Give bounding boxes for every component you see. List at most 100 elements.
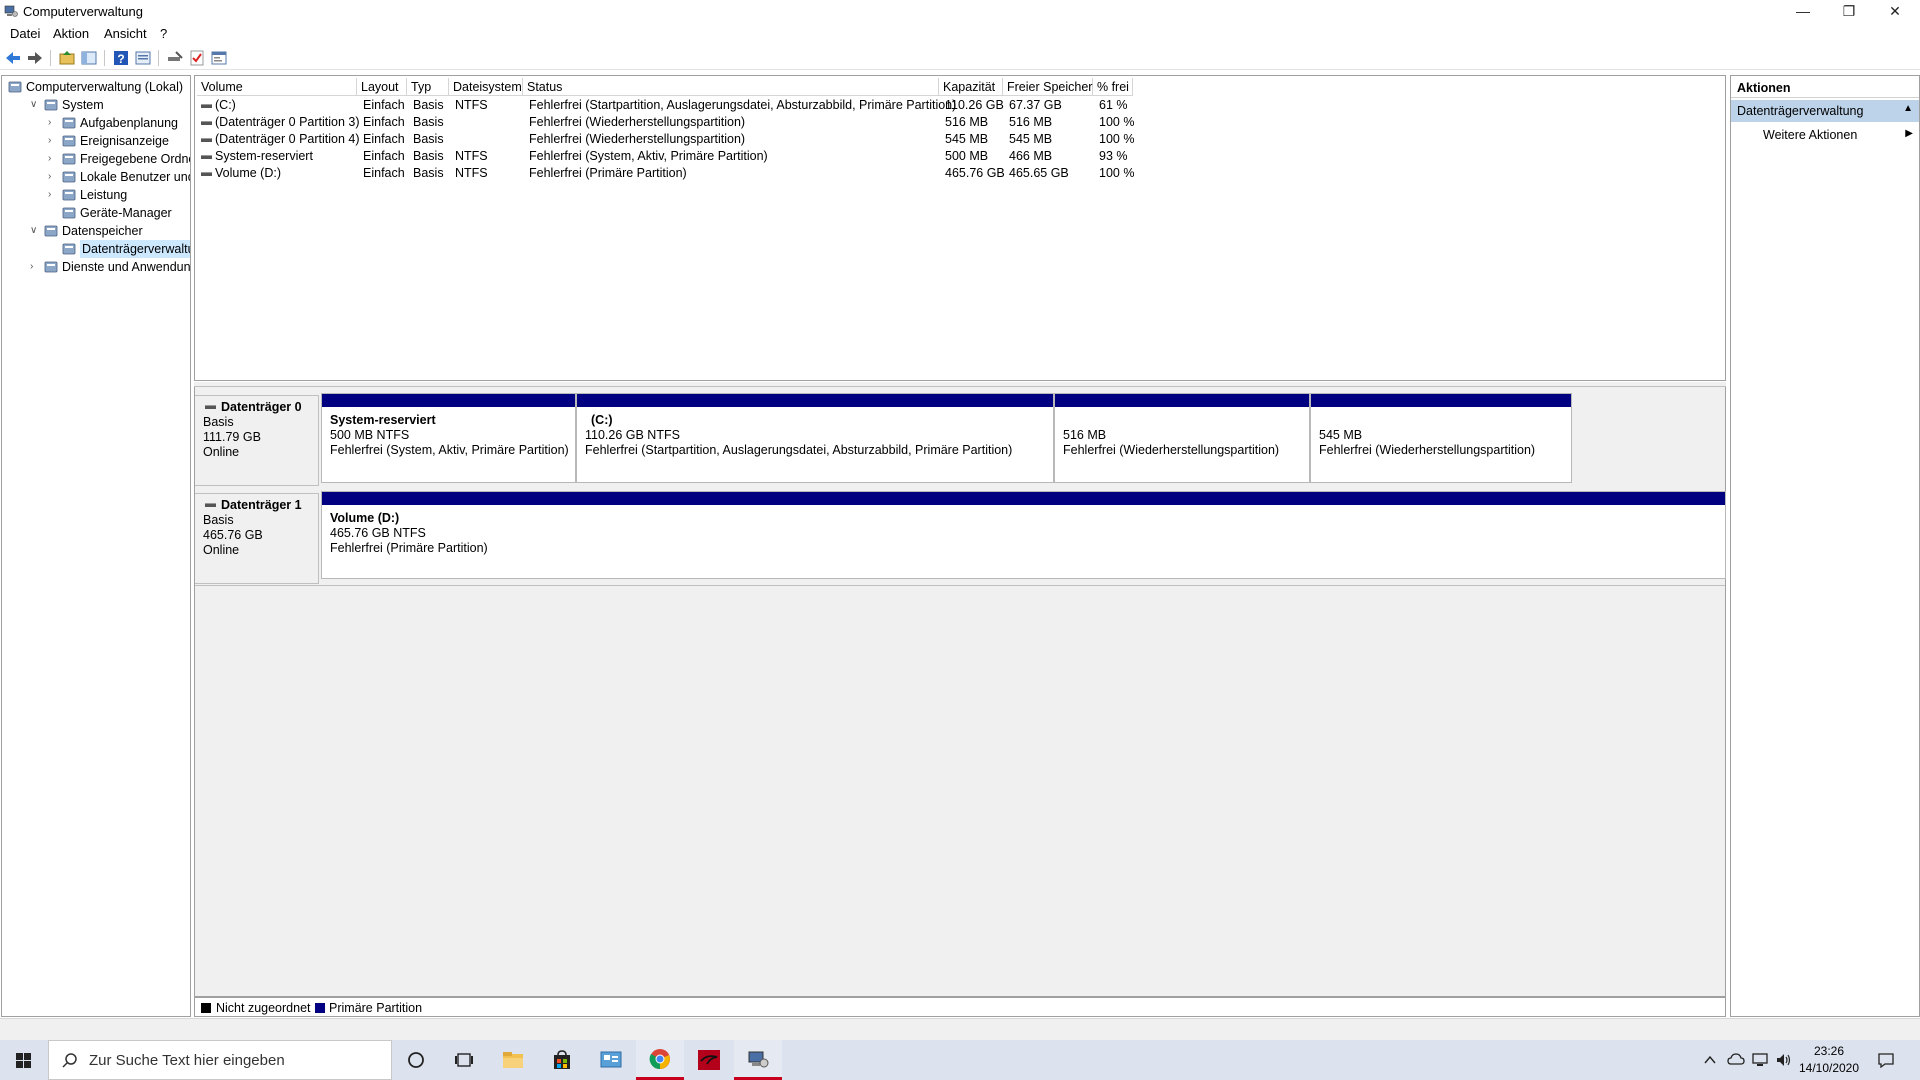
task-view-button[interactable]	[440, 1040, 488, 1080]
partition-system-reserved[interactable]: System-reserviert 500 MB NTFS Fehlerfrei…	[321, 393, 576, 483]
help-icon[interactable]: ?	[112, 49, 130, 67]
table-row[interactable]: (C:) Einfach Basis NTFS Fehlerfrei (Startpar…	[197, 97, 1197, 114]
tree-node[interactable]: › Freigegebene Ordner	[2, 150, 190, 168]
tree-node[interactable]: Computerverwaltung (Lokal)	[2, 78, 190, 96]
start-button[interactable]	[0, 1040, 48, 1080]
partition-size: 516 MB	[1063, 428, 1107, 442]
column-header[interactable]: Status	[523, 78, 939, 96]
column-header[interactable]: Typ	[407, 78, 449, 96]
table-cell: 61 %	[1099, 98, 1128, 112]
action-center-icon[interactable]	[1877, 1051, 1895, 1069]
disk-0-info[interactable]: Datenträger 0 Basis 111.79 GB Online	[195, 395, 319, 486]
tree-node[interactable]: › Ereignisanzeige	[2, 132, 190, 150]
partition-status: Fehlerfrei (Startpartition, Auslagerungs…	[585, 443, 1013, 457]
connect-drive-icon[interactable]	[166, 49, 184, 67]
volume-icon[interactable]	[1775, 1052, 1793, 1068]
tree-node[interactable]: Datenträgerverwaltung	[2, 240, 190, 258]
table-cell: 516 MB	[945, 115, 989, 129]
menu-ansicht[interactable]: Ansicht	[104, 26, 147, 41]
show-hide-tree-icon[interactable]	[80, 49, 98, 67]
performance-icon	[62, 189, 76, 201]
actions-section-disk-management[interactable]: Datenträgerverwaltung ▲	[1731, 100, 1919, 122]
tree-node[interactable]: › Aufgabenplanung	[2, 114, 190, 132]
task-view-icon	[455, 1053, 473, 1067]
network-icon[interactable]	[1751, 1052, 1769, 1068]
properties-view-icon[interactable]	[134, 49, 152, 67]
partition-status: Fehlerfrei (Primäre Partition)	[330, 541, 488, 555]
column-header[interactable]: Freier Speicher	[1003, 78, 1093, 96]
table-cell: 465.65 GB	[1009, 166, 1069, 180]
partition-size: 465.76 GB NTFS	[330, 526, 426, 540]
expand-right-icon[interactable]: ›	[48, 186, 58, 204]
table-cell: (C:)	[215, 98, 236, 112]
table-row[interactable]: System-reserviert Einfach Basis NTFS Fehlerf…	[197, 148, 1197, 165]
menu-help[interactable]: ?	[160, 26, 167, 41]
kali-app-button[interactable]	[685, 1040, 733, 1080]
close-button[interactable]: ✕	[1872, 0, 1918, 22]
column-header[interactable]: Dateisystem	[449, 78, 523, 96]
partition-size: 545 MB	[1319, 428, 1363, 442]
tree-node[interactable]: ∨ System	[2, 96, 190, 114]
column-header[interactable]: % frei	[1093, 78, 1133, 96]
table-cell: 93 %	[1099, 149, 1128, 163]
menu-datei[interactable]: Datei	[10, 26, 40, 41]
minimize-button[interactable]: —	[1780, 0, 1826, 22]
check-icon[interactable]	[188, 49, 206, 67]
column-header[interactable]: Kapazität	[939, 78, 1003, 96]
partition-c[interactable]: (C:) 110.26 GB NTFS Fehlerfrei (Startpar…	[576, 393, 1054, 483]
chrome-button[interactable]	[636, 1040, 684, 1080]
store-button[interactable]	[538, 1040, 586, 1080]
expand-right-icon[interactable]: ›	[48, 150, 58, 168]
partition-recovery-4[interactable]: 545 MB Fehlerfrei (Wiederherstellungspar…	[1310, 393, 1572, 483]
table-cell: Einfach	[363, 149, 405, 163]
partition-name: System-reserviert	[330, 413, 436, 427]
file-explorer-button[interactable]	[489, 1040, 537, 1080]
primary-partition-bar	[1055, 394, 1309, 407]
table-cell: (Datenträger 0 Partition 4)	[215, 132, 360, 146]
column-header[interactable]: Layout	[357, 78, 407, 96]
forward-icon[interactable]	[26, 49, 44, 67]
task-scheduler-icon	[62, 117, 76, 129]
show-hidden-icons-chevron-icon[interactable]	[1703, 1053, 1717, 1067]
settings-window-icon[interactable]	[210, 49, 228, 67]
partition-d[interactable]: Volume (D:) 465.76 GB NTFS Fehlerfrei (P…	[321, 491, 1726, 579]
table-cell: 500 MB	[945, 149, 989, 163]
tray-clock[interactable]: 23:26 14/10/2020	[1794, 1043, 1864, 1077]
menu-aktion[interactable]: Aktion	[53, 26, 89, 41]
tree-node[interactable]: › Leistung	[2, 186, 190, 204]
more-actions-item[interactable]: Weitere Aktionen ▶	[1731, 124, 1919, 146]
onedrive-icon[interactable]	[1727, 1052, 1745, 1068]
tree-node[interactable]: › Lokale Benutzer und Gruppen	[2, 168, 190, 186]
expand-collapse-down-icon[interactable]: ∨	[30, 96, 40, 114]
partition-body: (C:) 110.26 GB NTFS Fehlerfrei (Startpar…	[577, 407, 1053, 464]
up-folder-icon[interactable]	[58, 49, 76, 67]
table-cell: 545 MB	[945, 132, 989, 146]
disk-0-type: Basis	[203, 415, 234, 429]
expand-right-icon[interactable]: ›	[30, 258, 40, 276]
table-cell: System-reserviert	[215, 149, 313, 163]
computer-management-app-button[interactable]	[734, 1040, 782, 1080]
table-row[interactable]: Volume (D:) Einfach Basis NTFS Fehlerfrei (P…	[197, 165, 1197, 182]
toolbar-separator	[50, 50, 51, 66]
table-row[interactable]: (Datenträger 0 Partition 3) Einfach Basis F…	[197, 114, 1197, 131]
disk-1-info[interactable]: Datenträger 1 Basis 465.76 GB Online	[195, 493, 319, 584]
disk-icon	[205, 503, 216, 507]
cortana-button[interactable]	[392, 1040, 440, 1080]
tree-node[interactable]: ∨ Datenspeicher	[2, 222, 190, 240]
taskbar-search-box[interactable]: Zur Suche Text hier eingeben	[48, 1040, 392, 1080]
tree-node[interactable]: › Dienste und Anwendungen	[2, 258, 190, 276]
back-icon[interactable]	[4, 49, 22, 67]
expand-right-icon[interactable]: ›	[48, 132, 58, 150]
partition-recovery-3[interactable]: 516 MB Fehlerfrei (Wiederherstellungspar…	[1054, 393, 1310, 483]
table-cell: 465.76 GB	[945, 166, 1005, 180]
control-panel-button[interactable]	[587, 1040, 635, 1080]
column-header[interactable]: Volume	[197, 78, 357, 96]
collapse-up-icon[interactable]: ▲	[1903, 103, 1913, 114]
restore-button[interactable]: ❐	[1826, 0, 1872, 22]
tree-node[interactable]: Geräte-Manager	[2, 204, 190, 222]
expand-right-icon[interactable]: ›	[48, 114, 58, 132]
table-row[interactable]: (Datenträger 0 Partition 4) Einfach Basis F…	[197, 131, 1197, 148]
expand-right-icon[interactable]: ›	[48, 168, 58, 186]
partition-name: Volume (D:)	[330, 511, 400, 525]
expand-collapse-down-icon[interactable]: ∨	[30, 222, 40, 240]
